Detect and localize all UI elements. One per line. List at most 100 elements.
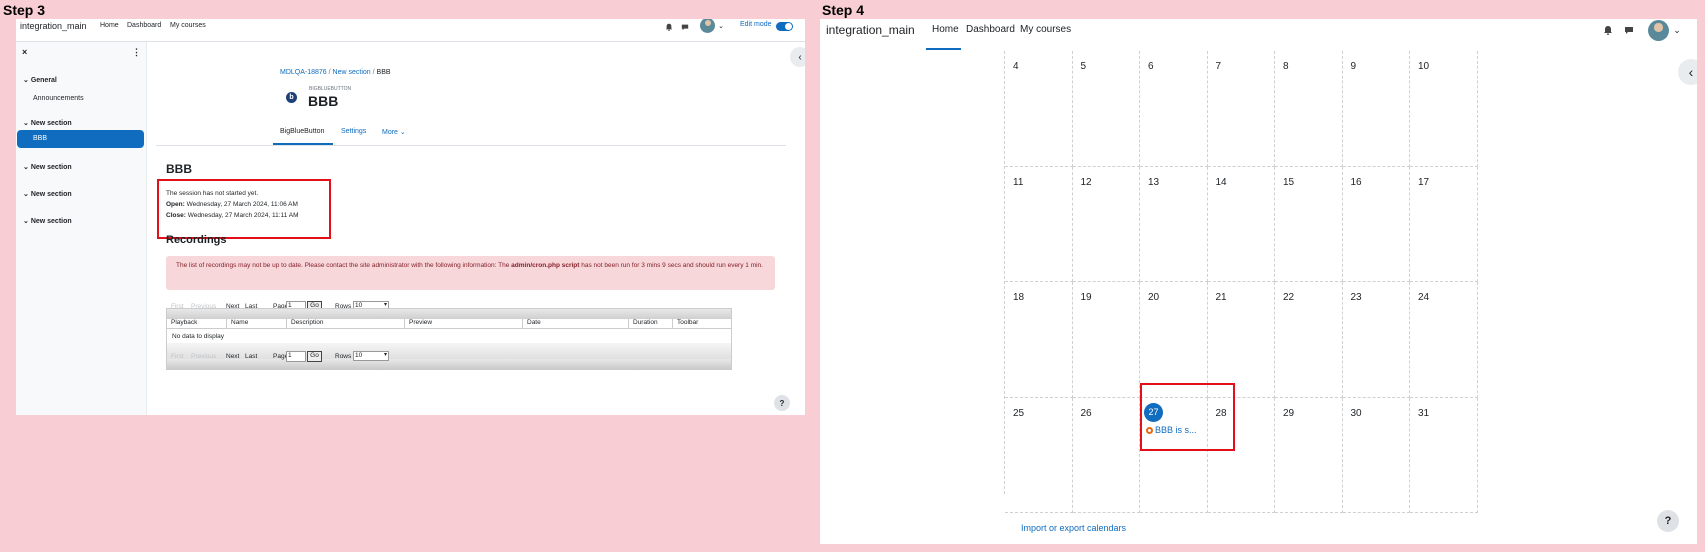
breadcrumb-course[interactable]: MDLQA-18876 [280,69,327,76]
calendar-day-number[interactable]: 19 [1081,292,1092,303]
section-toggle-general[interactable]: ⌄ General [23,76,57,84]
tab-settings[interactable]: Settings [341,128,366,135]
calendar-day-cell[interactable]: 12 [1072,166,1140,282]
calendar-day-number[interactable]: 8 [1283,61,1289,72]
calendar-day-number[interactable]: 13 [1148,177,1159,188]
calendar-day-cell[interactable]: 5 [1072,51,1140,167]
calendar-day-number[interactable]: 10 [1418,61,1429,72]
section-toggle-new-section-4[interactable]: ⌄ New section [23,217,72,225]
sidebar-item-bbb-active[interactable]: BBB [17,130,144,148]
calendar-day-cell[interactable]: 30 [1342,397,1410,513]
calendar-day-number[interactable]: 25 [1013,408,1024,419]
calendar-day-cell[interactable]: 20 [1140,282,1208,398]
calendar-day-cell[interactable]: 31 [1410,397,1478,513]
edit-mode-toggle[interactable] [776,22,793,31]
pager-next[interactable]: Next [226,353,239,360]
col-duration[interactable]: Duration [629,319,673,328]
calendar-day-number[interactable]: 11 [1013,177,1023,188]
calendar-day-cell[interactable]: 11 [1005,166,1073,282]
calendar-day-number[interactable]: 9 [1351,61,1357,72]
calendar-day-cell[interactable]: 6 [1140,51,1208,167]
calendar-day-cell[interactable]: 7 [1207,51,1275,167]
col-date[interactable]: Date [523,319,629,328]
chevron-left-icon[interactable]: ‹ [1678,59,1697,85]
bell-icon[interactable] [664,22,674,32]
calendar-day-cell[interactable]: 24 [1410,282,1478,398]
nav-my-courses[interactable]: My courses [1020,24,1071,35]
nav-home[interactable]: Home [932,24,959,35]
nav-dashboard[interactable]: Dashboard [127,22,161,29]
nav-my-courses[interactable]: My courses [170,22,206,29]
chat-icon[interactable] [1623,24,1635,36]
tab-more[interactable]: More ⌄ [382,128,406,136]
pager-first[interactable]: First [171,353,184,360]
calendar-day-cell[interactable]: 10 [1410,51,1478,167]
calendar-day-number[interactable]: 4 [1013,61,1019,72]
calendar-day-cell[interactable]: 23 [1342,282,1410,398]
chevron-down-icon[interactable]: ⌄ [1672,25,1682,35]
calendar-day-cell[interactable]: 25 [1005,397,1073,513]
user-avatar[interactable] [1648,20,1669,41]
calendar-day-number[interactable]: 22 [1283,292,1294,303]
calendar-day-number[interactable]: 16 [1351,177,1362,188]
calendar-day-cell[interactable]: 9 [1342,51,1410,167]
col-toolbar[interactable]: Toolbar [673,319,731,328]
col-playback[interactable]: Playback [167,319,227,328]
calendar-day-number[interactable]: 26 [1081,408,1092,419]
calendar-day-number[interactable]: 23 [1351,292,1362,303]
calendar-day-number[interactable]: 14 [1216,177,1227,188]
calendar-day-number[interactable]: 31 [1418,408,1429,419]
calendar-day-number[interactable]: 17 [1418,177,1429,188]
import-export-calendars-link[interactable]: Import or export calendars [1021,523,1126,533]
calendar-day-cell[interactable]: 19 [1072,282,1140,398]
calendar-day-cell[interactable]: 15 [1275,166,1343,282]
calendar-day-number[interactable]: 21 [1216,292,1227,303]
calendar-day-number[interactable]: 24 [1418,292,1429,303]
chevron-left-icon[interactable]: ‹ [790,47,805,67]
pager-previous[interactable]: Previous [191,353,216,360]
section-toggle-new-section-1[interactable]: ⌄ New section [23,119,72,127]
bell-icon[interactable] [1602,24,1614,36]
chat-icon[interactable] [680,22,690,32]
section-toggle-new-section-3[interactable]: ⌄ New section [23,190,72,198]
calendar-day-number[interactable]: 20 [1148,292,1159,303]
calendar-day-cell[interactable]: 26 [1072,397,1140,513]
calendar-day-cell[interactable]: 29 [1275,397,1343,513]
col-preview[interactable]: Preview [405,319,523,328]
help-button[interactable]: ? [1657,510,1679,532]
calendar-day-number[interactable]: 7 [1216,61,1222,72]
calendar-day-cell[interactable]: 14 [1207,166,1275,282]
calendar-day-number[interactable]: 12 [1081,177,1092,188]
calendar-day-number[interactable]: 15 [1283,177,1294,188]
calendar-day-number[interactable]: 6 [1148,61,1154,72]
site-brand[interactable]: integration_main [826,23,915,37]
nav-home[interactable]: Home [100,22,119,29]
calendar-day-cell[interactable]: 4 [1005,51,1073,167]
kebab-menu-icon[interactable]: ⋮ [132,47,141,58]
pager-last[interactable]: Last [245,353,257,360]
tab-bigbluebutton[interactable]: BigBlueButton [280,128,324,135]
calendar-day-number[interactable]: 18 [1013,292,1024,303]
nav-dashboard[interactable]: Dashboard [966,24,1015,35]
chevron-down-icon[interactable]: ⌄ [717,22,725,30]
user-avatar[interactable] [700,19,715,33]
calendar-day-cell[interactable]: 18 [1005,282,1073,398]
calendar-day-cell[interactable]: 17 [1410,166,1478,282]
go-button[interactable]: Go [307,351,322,362]
calendar-day-cell[interactable]: 16 [1342,166,1410,282]
breadcrumb-section[interactable]: New section [333,69,371,76]
col-description[interactable]: Description [287,319,405,328]
help-button[interactable]: ? [774,395,790,411]
calendar-day-cell[interactable]: 21 [1207,282,1275,398]
calendar-day-number[interactable]: 5 [1081,61,1087,72]
sidebar-item-announcements[interactable]: Announcements [33,95,84,102]
calendar-day-cell[interactable]: 8 [1275,51,1343,167]
site-brand[interactable]: integration_main [20,21,87,31]
calendar-day-number[interactable]: 30 [1351,408,1362,419]
page-input[interactable]: 1 [286,351,306,362]
calendar-day-number[interactable]: 29 [1283,408,1294,419]
col-name[interactable]: Name [227,319,287,328]
section-toggle-new-section-2[interactable]: ⌄ New section [23,163,72,171]
close-icon[interactable]: × [22,47,27,57]
calendar-day-cell[interactable]: 22 [1275,282,1343,398]
